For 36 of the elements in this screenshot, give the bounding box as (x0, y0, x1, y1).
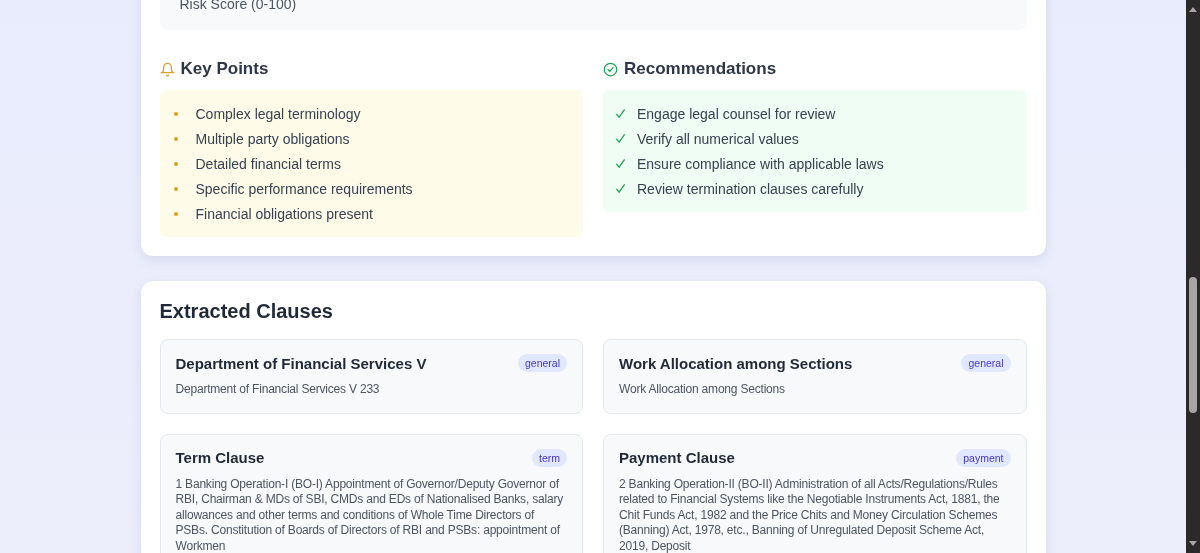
check-circle-icon (603, 61, 618, 77)
clause-text: 2 Banking Operation-II (BO-II) Administration of all Acts/Regulations/Rules related to Financial Systems like the Negotiable Instruments Act, 1881, the Chit Funds Act, 1982 and the Price Chits and Money Circulation Schemes (Banning) Act, 1978, etc., Banning of Unregulated Deposit Scheme Act, 2019, Deposit (619, 476, 1001, 553)
clause-text: Work Allocation among Sections (619, 382, 786, 398)
bullet-icon (173, 111, 178, 116)
key-point: Financial obligations present (195, 205, 373, 222)
recommendation: Verify all numerical values (637, 130, 799, 147)
recommendation: Engage legal counsel for review (637, 105, 836, 122)
scrollbar[interactable] (1186, 0, 1200, 553)
key-point: Multiple party obligations (195, 130, 350, 147)
clause-tag: general (961, 354, 1011, 372)
check-icon (615, 157, 626, 169)
check-icon (615, 132, 626, 144)
clause-text: 1 Banking Operation-I (BO-I) Appointment of Governor/Deputy Governor of RBI, Chairman & MDs of SBI, CMDs and EDs of Nationalised Banks, salary allowances and other terms and conditions of Whole Time Directors of PSBs. Constitution of Boards of Directors of RBI and PSBs: appointment of Workmen (175, 476, 564, 553)
bullet-icon (173, 186, 178, 191)
key-point: Detailed financial terms (195, 155, 341, 172)
recommendation: Ensure compliance with applicable laws (637, 155, 884, 172)
bullet-icon (173, 211, 178, 216)
clause-tag: general (517, 354, 567, 372)
key-point: Complex legal terminology (195, 105, 361, 122)
clause-title: Term Clause (175, 449, 265, 466)
recommendations-heading: Recommendations (624, 59, 777, 79)
check-icon (615, 107, 626, 119)
clause-title: Payment Clause (619, 449, 735, 466)
clause-tag: term (532, 448, 567, 467)
section-title: Extracted Clauses (159, 300, 334, 323)
bell-icon (159, 61, 175, 77)
key-point: Specific performance requirements (195, 180, 413, 197)
clause-title: Department of Financial Services V (175, 354, 427, 372)
check-icon (615, 182, 626, 194)
clause-text: Department of Financial Services V 233 (175, 382, 381, 398)
bullet-icon (173, 161, 178, 166)
key-points-heading: Key Points (180, 59, 269, 79)
recommendation: Review termination clauses carefully (637, 180, 864, 197)
clause-tag: payment (956, 448, 1011, 467)
clause-title: Work Allocation among Sections (619, 354, 853, 372)
bullet-icon (173, 136, 178, 141)
